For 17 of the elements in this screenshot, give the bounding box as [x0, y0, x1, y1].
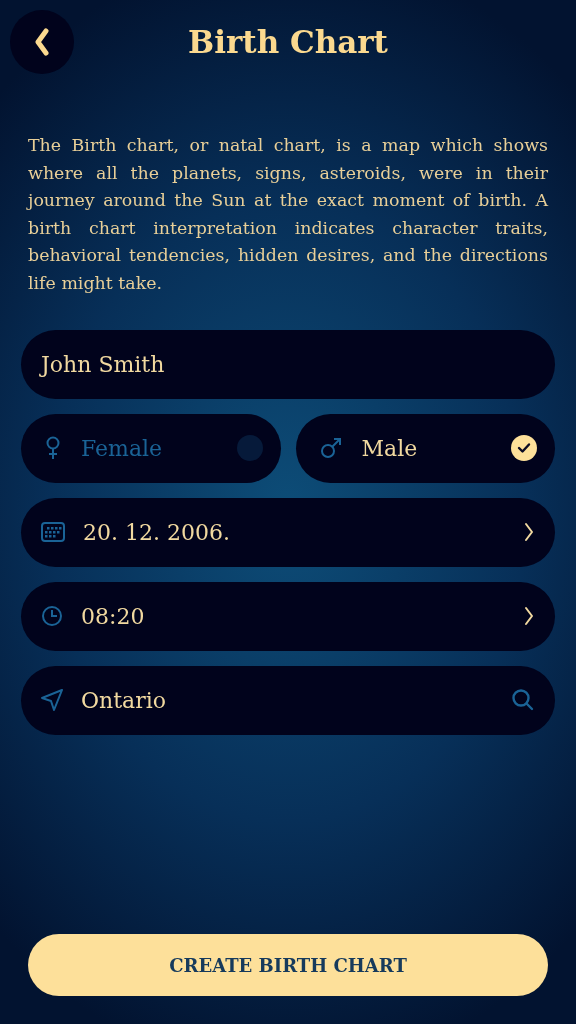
- clock-icon: [41, 605, 63, 628]
- create-birth-chart-button[interactable]: CREATE BIRTH CHART: [28, 934, 548, 996]
- chevron-right-icon: [523, 521, 535, 544]
- chevron-right-icon: [523, 605, 535, 628]
- back-chevron-icon: [34, 28, 50, 56]
- male-symbol-icon: [319, 437, 342, 460]
- date-picker[interactable]: 20. 12. 2006.: [21, 497, 555, 567]
- calendar-icon: [41, 522, 65, 543]
- location-field[interactable]: Ontario: [21, 665, 555, 735]
- gender-option[interactable]: Male: [295, 413, 555, 483]
- name-field[interactable]: John Smith: [21, 329, 555, 399]
- navigation-arrow-icon: [41, 689, 63, 712]
- search-icon[interactable]: [511, 688, 535, 713]
- time-picker[interactable]: 08:20: [21, 581, 555, 651]
- screen-title: Birth Chart: [188, 24, 388, 60]
- description-text: The Birth chart, or natal chart, is a map which shows where all the planets, signs, asteroids, were in their journey around the Sun at the exact moment of birth. A birth chart interpretation indicates character traits, behavioral tendencies, hidden desires, and the directions life might take.: [28, 134, 548, 295]
- female-symbol-icon: [45, 436, 61, 461]
